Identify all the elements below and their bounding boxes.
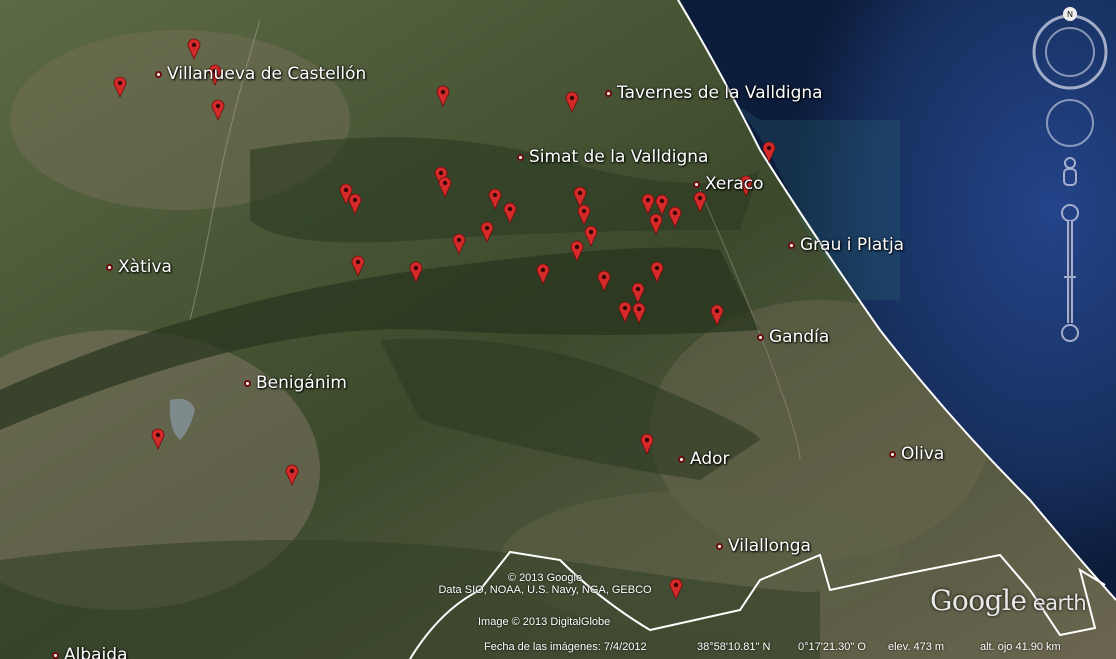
place-label: Xàtiva (118, 257, 172, 277)
data-sources-text: Data SIO, NOAA, U.S. Navy, NGA, GEBCO (438, 584, 652, 596)
latitude-readout: 38°58'10.81" N (697, 641, 771, 653)
navigation-controls[interactable]: N (1030, 5, 1116, 350)
copyright-text: © 2013 Google (507, 572, 583, 584)
placemark-pin-icon[interactable] (285, 464, 299, 486)
placemark-pin-icon[interactable] (632, 302, 646, 324)
place-label: Tavernes de la Valldigna (617, 83, 823, 103)
placemark-pin-icon[interactable] (693, 191, 707, 213)
place-dot (517, 153, 524, 161)
place-dot (106, 263, 113, 271)
placemark-pin-icon[interactable] (710, 304, 724, 326)
google-earth-logo: Google earth (930, 584, 1087, 617)
place-beniganim[interactable]: Benigánim (244, 373, 347, 393)
imagery-date: Fecha de las imágenes: 7/4/2012 (484, 641, 647, 653)
place-dot (678, 455, 685, 463)
place-label: Xeraco (705, 174, 764, 194)
street-view-icon[interactable] (1063, 157, 1077, 186)
place-dot (889, 450, 896, 458)
place-label: Grau i Platja (800, 235, 905, 255)
look-joystick[interactable] (1046, 99, 1094, 147)
place-dot (693, 180, 700, 188)
imagery-credit: Image © 2013 DigitalGlobe (478, 616, 611, 628)
map-credits: © 2013 Google Data SIO, NOAA, U.S. Navy,… (420, 572, 670, 596)
placemark-pin-icon[interactable] (640, 433, 654, 455)
map-viewport[interactable]: Villanueva de Castellón Tavernes de la V… (0, 0, 1116, 659)
place-oliva[interactable]: Oliva (889, 444, 944, 464)
place-label: Oliva (901, 444, 945, 464)
place-grau[interactable]: Grau i Platja (788, 235, 904, 255)
placemark-pin-icon[interactable] (631, 282, 645, 304)
placemark-pin-icon[interactable] (452, 233, 466, 255)
placemark-pin-icon[interactable] (762, 141, 776, 163)
placemark-pin-icon[interactable] (577, 204, 591, 226)
north-indicator: N (1067, 10, 1073, 19)
place-dot (244, 379, 251, 387)
placemark-pin-icon[interactable] (650, 261, 664, 283)
compass-ring[interactable] (1032, 7, 1108, 90)
placemark-pin-icon[interactable] (565, 91, 579, 113)
place-dot (788, 241, 795, 249)
placemark-pin-icon[interactable] (618, 301, 632, 323)
place-dot (716, 542, 723, 550)
place-tavernes[interactable]: Tavernes de la Valldigna (605, 83, 823, 103)
place-label: Ador (690, 449, 730, 469)
place-simat[interactable]: Simat de la Valldigna (517, 147, 708, 167)
placemark-pin-icon[interactable] (436, 85, 450, 107)
place-dot (757, 333, 764, 341)
logo-earth: earth (1026, 591, 1087, 615)
placemark-pin-icon[interactable] (488, 188, 502, 210)
place-label: Benigánim (256, 373, 347, 393)
placemark-pin-icon[interactable] (187, 38, 201, 60)
logo-google: Google (930, 584, 1027, 617)
placemark-pin-icon[interactable] (570, 240, 584, 262)
place-label: Villanueva de Castellón (167, 64, 367, 84)
placemark-pin-icon[interactable] (584, 225, 598, 247)
satellite-imagery (0, 0, 1116, 659)
placemark-pin-icon[interactable] (113, 76, 127, 98)
place-label: Gandía (769, 327, 830, 347)
placemark-pin-icon[interactable] (211, 99, 225, 121)
place-ador[interactable]: Ador (678, 449, 730, 469)
placemark-pin-icon[interactable] (641, 193, 655, 215)
placemark-pin-icon[interactable] (669, 578, 683, 600)
placemark-pin-icon[interactable] (668, 206, 682, 228)
place-gandia[interactable]: Gandía (757, 327, 829, 347)
placemark-pin-icon[interactable] (438, 176, 452, 198)
placemark-pin-icon[interactable] (351, 255, 365, 277)
placemark-pin-icon[interactable] (480, 221, 494, 243)
place-label: Vilallonga (728, 536, 811, 556)
place-dot (155, 70, 162, 78)
elevation-readout: elev. 473 m (888, 641, 945, 653)
placemark-pin-icon[interactable] (649, 213, 663, 235)
placemark-pin-icon[interactable] (151, 428, 165, 450)
place-vilallonga[interactable]: Vilallonga (716, 536, 811, 556)
placemark-pin-icon[interactable] (503, 202, 517, 224)
zoom-slider[interactable] (1061, 204, 1079, 342)
status-bar: Fecha de las imágenes: 7/4/2012 38°58'10… (0, 638, 1116, 659)
eye-altitude-readout: alt. ojo 41.90 km (980, 641, 1061, 653)
placemark-pin-icon[interactable] (409, 261, 423, 283)
placemark-pin-icon[interactable] (348, 193, 362, 215)
place-villanueva[interactable]: Villanueva de Castellón (155, 64, 366, 84)
placemark-pin-icon[interactable] (597, 270, 611, 292)
place-dot (605, 89, 612, 97)
place-label: Simat de la Valldigna (529, 147, 709, 167)
longitude-readout: 0°17'21.30" O (798, 641, 866, 653)
placemark-pin-icon[interactable] (536, 263, 550, 285)
place-xeraco[interactable]: Xeraco (693, 174, 764, 194)
place-xativa[interactable]: Xàtiva (106, 257, 172, 277)
